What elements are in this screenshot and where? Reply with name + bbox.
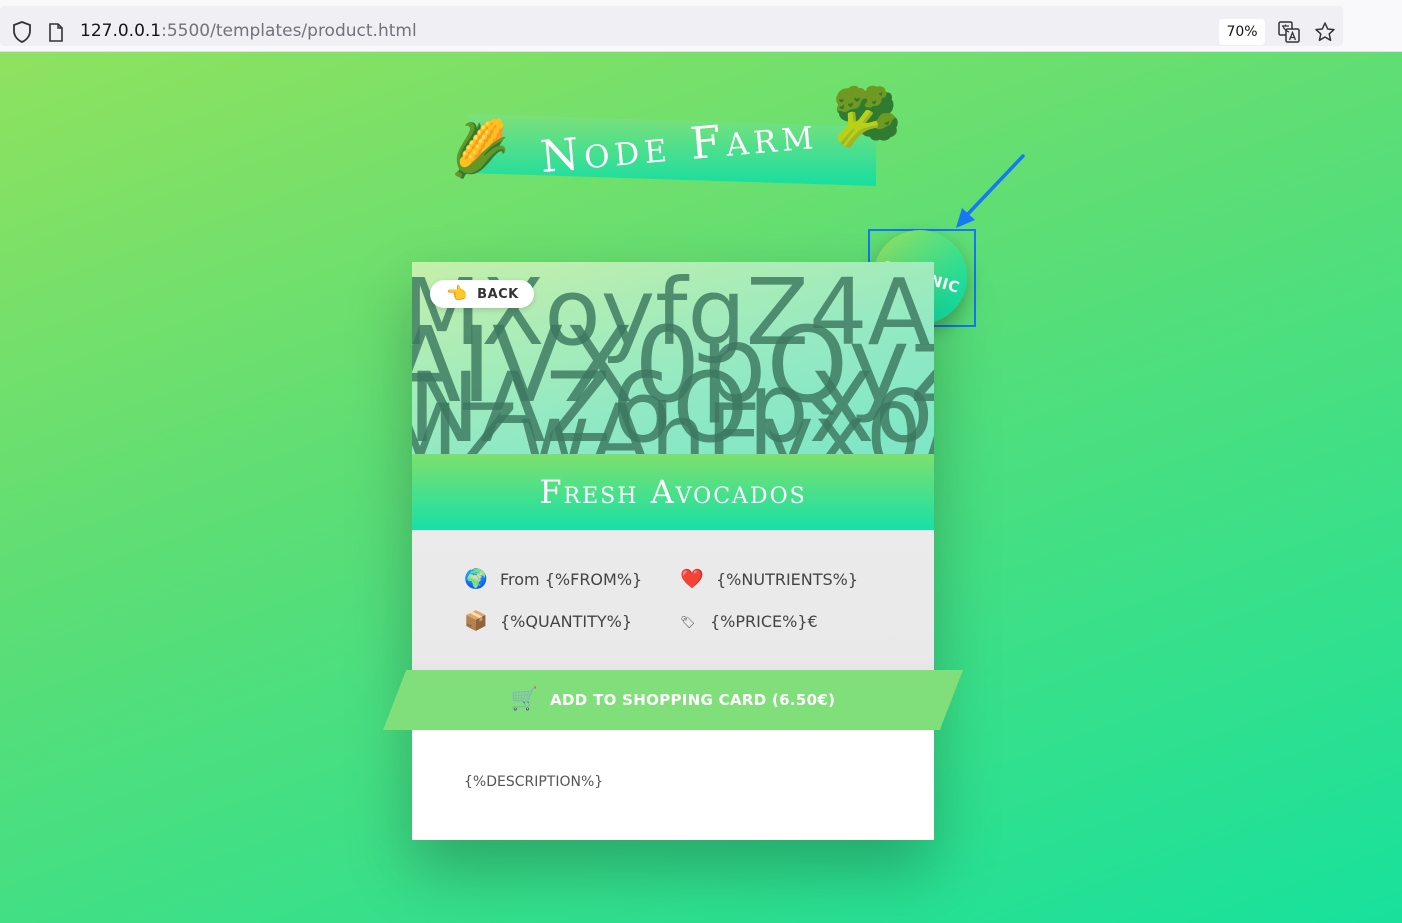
url-host: 127.0.0.1	[80, 21, 162, 41]
detail-nutrients: ❤️ {%NUTRIENTS%}	[680, 568, 859, 590]
product-description: {%DESCRIPTION%}	[464, 774, 604, 790]
url-bar[interactable]: 127.0.0.1:5500/templates/product.html 70…	[0, 6, 1343, 46]
zoom-indicator[interactable]: 70%	[1219, 19, 1265, 45]
shield-icon[interactable]	[12, 21, 32, 43]
page-background: 🌽 Node Farm 🥦 ORGANIC MXoyfgZ4AhvM AIVX0…	[0, 52, 1402, 923]
product-name: Fresh Avocados	[539, 473, 807, 511]
back-button[interactable]: 👈 BACK	[430, 280, 534, 308]
bookmark-star-icon[interactable]	[1314, 21, 1336, 43]
corn-icon: 🌽	[444, 115, 514, 183]
product-details: 🌍 From {%FROM%} ❤️ {%NUTRIENTS%} 📦 {%QUA…	[412, 530, 934, 690]
product-card: MXoyfgZ4AhvM AIVX0pQyzEK NAZ6OpXoLtZ MZw…	[412, 262, 934, 840]
image-texture: MZwAhEyx0/4	[412, 385, 934, 454]
annotation-arrow-icon	[956, 154, 1025, 228]
globe-icon: 🌍	[464, 568, 488, 590]
page-icon	[49, 23, 63, 42]
detail-price-text: {%PRICE%}€	[710, 612, 818, 631]
product-name-band: Fresh Avocados	[412, 454, 934, 530]
detail-quantity: 📦 {%QUANTITY%}	[464, 610, 633, 632]
price-tag-icon: 🏷	[680, 614, 696, 629]
url-text[interactable]: 127.0.0.1:5500/templates/product.html	[80, 21, 417, 41]
add-to-cart-label: ADD TO SHOPPING CARD (6.50€)	[550, 691, 836, 709]
detail-quantity-text: {%QUANTITY%}	[500, 612, 633, 631]
detail-from-text: From {%FROM%}	[500, 570, 643, 589]
browser-toolbar: 127.0.0.1:5500/templates/product.html 70…	[0, 0, 1402, 52]
detail-price: 🏷 {%PRICE%}€	[680, 612, 818, 631]
broccoli-icon: 🥦	[832, 85, 902, 150]
detail-nutrients-text: {%NUTRIENTS%}	[716, 570, 859, 589]
add-to-cart-button[interactable]: 🛒 ADD TO SHOPPING CARD (6.50€)	[383, 670, 963, 730]
shopping-cart-icon: 🛒	[510, 687, 539, 712]
heart-icon: ❤️	[680, 568, 704, 590]
detail-from: 🌍 From {%FROM%}	[464, 568, 643, 590]
package-icon: 📦	[464, 610, 488, 632]
translate-icon[interactable]	[1278, 21, 1300, 43]
pointing-hand-icon: 👈	[446, 283, 468, 304]
url-path: :5500/templates/product.html	[161, 21, 417, 41]
product-image: MXoyfgZ4AhvM AIVX0pQyzEK NAZ6OpXoLtZ MZw…	[412, 262, 934, 454]
back-label: BACK	[477, 286, 519, 302]
